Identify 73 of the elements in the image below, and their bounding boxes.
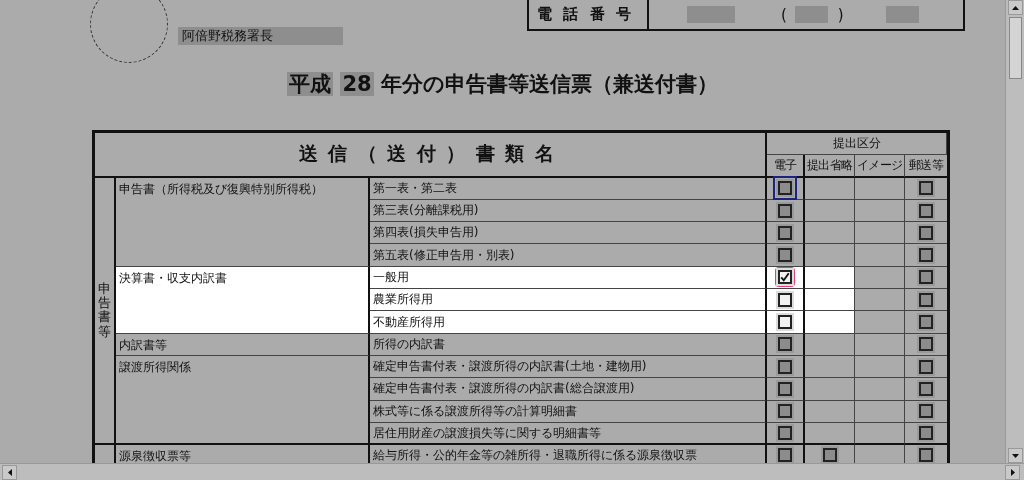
checkbox[interactable] — [919, 315, 933, 330]
checkbox[interactable] — [778, 381, 792, 396]
checkbox[interactable] — [919, 203, 933, 218]
checkbox[interactable] — [778, 292, 792, 307]
category-label: 譲渡所得関係 — [116, 355, 370, 446]
document-name: 確定申告書付表・譲渡所得の内訳書(土地・建物用) — [370, 355, 767, 379]
group-label: 申告書等 — [98, 281, 111, 339]
checkbox[interactable] — [919, 404, 933, 419]
checkbox[interactable] — [919, 426, 933, 440]
checkmark-icon — [780, 271, 790, 284]
year-field[interactable]: 28 — [340, 72, 374, 96]
checkbox[interactable] — [919, 292, 933, 307]
category-label: 決算書・収支内訳書 — [116, 266, 370, 334]
column-header: 郵送等 — [905, 155, 947, 178]
phone-field[interactable] — [885, 6, 919, 23]
vertical-scrollbar[interactable] — [1005, 0, 1024, 463]
checkbox[interactable] — [778, 203, 792, 218]
table-cell — [805, 333, 855, 356]
phone-field[interactable] — [794, 6, 828, 23]
table-cell — [805, 355, 855, 379]
checkbox[interactable] — [778, 426, 792, 440]
scroll-right-icon[interactable] — [1005, 465, 1020, 480]
table-cell — [805, 400, 855, 423]
era-field[interactable]: 平成 — [287, 72, 334, 96]
document-name: 第一表・第二表 — [370, 177, 767, 200]
table-cell — [805, 378, 855, 401]
checkbox[interactable] — [778, 337, 792, 352]
checkbox[interactable] — [778, 315, 792, 330]
table-cell — [805, 199, 855, 223]
category-label: 内訳書等 — [116, 333, 370, 356]
document-name: 第三表(分離課税用) — [370, 199, 767, 223]
document-name: 確定申告書付表・譲渡所得の内訳書(総合譲渡用) — [370, 378, 767, 401]
table-cell — [805, 177, 855, 200]
table-cell — [805, 222, 855, 245]
checkbox[interactable] — [919, 448, 933, 463]
checkbox[interactable] — [919, 225, 933, 240]
checkbox[interactable] — [778, 181, 792, 196]
paren-text: ) — [837, 5, 844, 24]
checkbox[interactable] — [919, 248, 933, 263]
column-header: 電子 — [767, 155, 805, 178]
table-cell — [855, 422, 905, 446]
document-name: 株式等に係る譲渡所得等の計算明細書 — [370, 400, 767, 423]
form-title: 年分の申告書等送信票（兼送付書） — [380, 72, 718, 96]
tax-office-name: 阿倍野税務署長 — [178, 27, 343, 45]
checkbox[interactable] — [778, 359, 792, 374]
column-header: 提出区分 — [767, 133, 947, 156]
column-header: イメージ — [855, 155, 905, 178]
scroll-down-icon[interactable] — [1007, 448, 1023, 463]
document-name: 不動産所得用 — [370, 311, 767, 334]
phone-field[interactable] — [687, 6, 735, 23]
checkbox[interactable] — [778, 448, 792, 463]
column-header: 送信（送付）書類名 — [95, 133, 767, 178]
checkbox[interactable] — [919, 270, 933, 285]
paren-text: ( — [781, 5, 787, 24]
document-name: 農業所得用 — [370, 289, 767, 312]
document-name: 居住用財産の譲渡損失等に関する明細書等 — [370, 422, 767, 446]
column-header: 提出省略 — [805, 155, 855, 178]
checkbox[interactable] — [822, 448, 837, 463]
phone-label: 電話番号 — [529, 0, 649, 29]
checkbox[interactable] — [919, 381, 933, 396]
checkbox[interactable] — [778, 248, 792, 263]
scroll-thumb[interactable] — [1008, 17, 1022, 79]
checkbox[interactable] — [778, 225, 792, 240]
checkbox[interactable] — [919, 181, 933, 196]
scroll-left-icon[interactable] — [2, 465, 17, 480]
document-name: 所得の内訳書 — [370, 333, 767, 356]
document-name: 第四表(損失申告用) — [370, 222, 767, 245]
checkbox[interactable] — [778, 404, 792, 419]
document-name: 一般用 — [370, 266, 767, 290]
checkbox[interactable] — [919, 337, 933, 352]
scroll-up-icon[interactable] — [1007, 0, 1023, 15]
checkbox[interactable] — [919, 359, 933, 374]
table-cell — [805, 244, 855, 267]
